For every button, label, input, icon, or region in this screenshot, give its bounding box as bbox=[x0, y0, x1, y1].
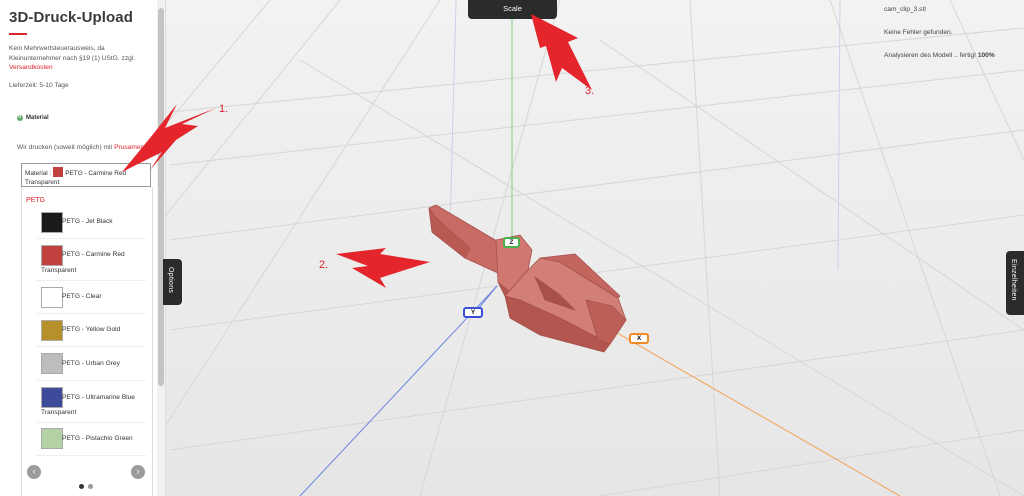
annotation-arrow-3 bbox=[531, 14, 592, 90]
annotation-label-1: 1. bbox=[219, 103, 229, 115]
annotation-arrows bbox=[122, 14, 592, 288]
annotation-label-3: 3. bbox=[585, 85, 595, 97]
annotation-label-2: 2. bbox=[319, 259, 329, 271]
annotation-arrow-2 bbox=[336, 248, 430, 288]
annotation-arrow-1 bbox=[122, 104, 216, 172]
